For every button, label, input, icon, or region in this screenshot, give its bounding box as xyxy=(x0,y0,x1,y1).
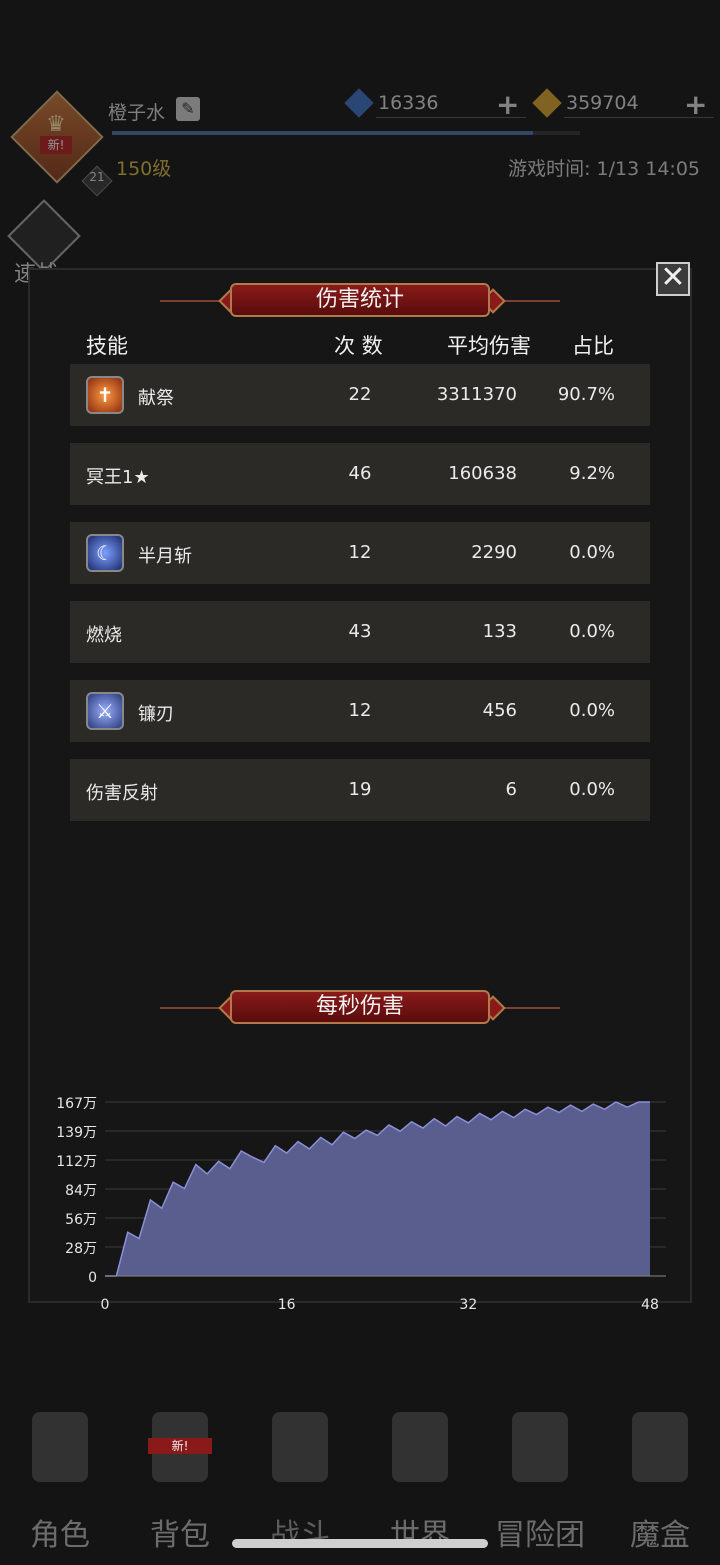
x-tick-label: 48 xyxy=(641,1297,659,1313)
y-tick-label: 139万 xyxy=(56,1125,97,1141)
skill-name: 伤害反射 xyxy=(86,783,158,804)
skill-avg-damage: 2290 xyxy=(471,542,517,563)
x-tick-label: 0 xyxy=(101,1297,110,1313)
username: 橙子水 xyxy=(108,102,166,124)
column-header-avg-damage: 平均伤害 xyxy=(447,334,531,358)
x-tick-label: 32 xyxy=(459,1297,477,1313)
gold-gem-icon xyxy=(532,88,562,118)
crescent-slash-icon: ☾ xyxy=(86,534,124,572)
skill-percent: 90.7% xyxy=(557,384,615,405)
nav-label: 冒险团 xyxy=(495,1518,585,1553)
skill-name: 半月斩 xyxy=(138,546,192,567)
table-row: 冥王1★ 46 160638 9.2% xyxy=(70,443,650,505)
add-gold-button[interactable]: + xyxy=(684,88,707,121)
nav-item-magic-box[interactable]: 魔盒 xyxy=(600,1400,720,1565)
y-tick-label: 112万 xyxy=(56,1154,97,1170)
helmet-icon xyxy=(32,1412,88,1482)
table-row: ⚔ 镰刃 12 456 0.0% xyxy=(70,680,650,742)
skill-avg-damage: 133 xyxy=(482,621,517,642)
skill-name: 镰刃 xyxy=(138,704,174,725)
column-header-count: 次 数 xyxy=(334,334,383,358)
avatar-new-tag: 新! xyxy=(40,136,72,154)
nav-label: 魔盒 xyxy=(630,1518,690,1553)
y-tick-label: 84万 xyxy=(65,1183,97,1199)
shield-sword-icon xyxy=(272,1412,328,1482)
damage-stats-banner: 伤害统计 xyxy=(160,283,560,319)
skill-percent: 0.0% xyxy=(569,700,615,721)
edit-icon[interactable]: ✎ xyxy=(176,97,200,121)
skill-name: 献祭 xyxy=(138,388,174,409)
skill-percent: 0.0% xyxy=(569,779,615,800)
nav-item-backpack[interactable]: 新! 背包 xyxy=(120,1400,240,1565)
y-tick-label: 28万 xyxy=(65,1241,97,1257)
nav-label: 角色 xyxy=(30,1518,90,1553)
skill-percent: 9.2% xyxy=(569,463,615,484)
table-row: ☾ 半月斩 12 2290 0.0% xyxy=(70,522,650,584)
skill-avg-damage: 456 xyxy=(482,700,517,721)
dps-area xyxy=(105,1102,650,1276)
skill-avg-damage: 6 xyxy=(505,779,517,800)
table-row: 伤害反射 19 6 0.0% xyxy=(70,759,650,821)
skill-name: 燃烧 xyxy=(86,625,122,646)
castle-icon xyxy=(512,1412,568,1482)
gold-count: 359704 xyxy=(566,92,639,114)
x-tick-label: 16 xyxy=(278,1297,296,1313)
player-level: 150级 xyxy=(116,158,172,180)
dps-title: 每秒伤害 xyxy=(230,990,490,1024)
skill-percent: 0.0% xyxy=(569,621,615,642)
xp-bar xyxy=(112,131,580,135)
nav-label: 背包 xyxy=(150,1518,210,1553)
table-row: 燃烧 43 133 0.0% xyxy=(70,601,650,663)
y-tick-label: 0 xyxy=(88,1270,97,1286)
column-header-percent: 占比 xyxy=(572,334,614,358)
cube-icon xyxy=(632,1412,688,1482)
nav-item-character[interactable]: 角色 xyxy=(0,1400,120,1565)
blue-gem-icon xyxy=(344,88,374,118)
close-button[interactable]: ✕ xyxy=(656,262,690,296)
home-indicator[interactable] xyxy=(232,1539,488,1548)
dps-banner: 每秒伤害 xyxy=(160,990,560,1026)
skill-avg-damage: 160638 xyxy=(448,463,517,484)
sickle-blade-icon: ⚔ xyxy=(86,692,124,730)
sacrifice-icon: ✝ xyxy=(86,376,124,414)
rank-badge-number: 21 xyxy=(89,170,105,184)
table-row: ✝ 献祭 22 3311370 90.7% xyxy=(70,364,650,426)
y-tick-label: 56万 xyxy=(65,1212,97,1228)
game-time: 游戏时间: 1/13 14:05 xyxy=(508,158,700,180)
y-tick-label: 167万 xyxy=(56,1096,97,1112)
skill-avg-damage: 3311370 xyxy=(436,384,517,405)
gem-count: 16336 xyxy=(378,92,439,114)
skill-name: 冥王1★ xyxy=(86,467,150,488)
add-gems-button[interactable]: + xyxy=(496,88,519,121)
map-scroll-icon xyxy=(392,1412,448,1482)
column-header-skill: 技能 xyxy=(86,334,128,358)
skill-percent: 0.0% xyxy=(569,542,615,563)
avatar[interactable]: ♛ 新! xyxy=(10,90,104,184)
nav-item-guild[interactable]: 冒险团 xyxy=(480,1400,600,1565)
modal-title: 伤害统计 xyxy=(230,283,490,317)
new-tag: 新! xyxy=(148,1438,212,1454)
dps-chart: 0 28万 56万 84万 112万 139万 167万 0 16 32 48 xyxy=(56,1096,666,1313)
crown-icon: ♛ xyxy=(46,112,66,137)
